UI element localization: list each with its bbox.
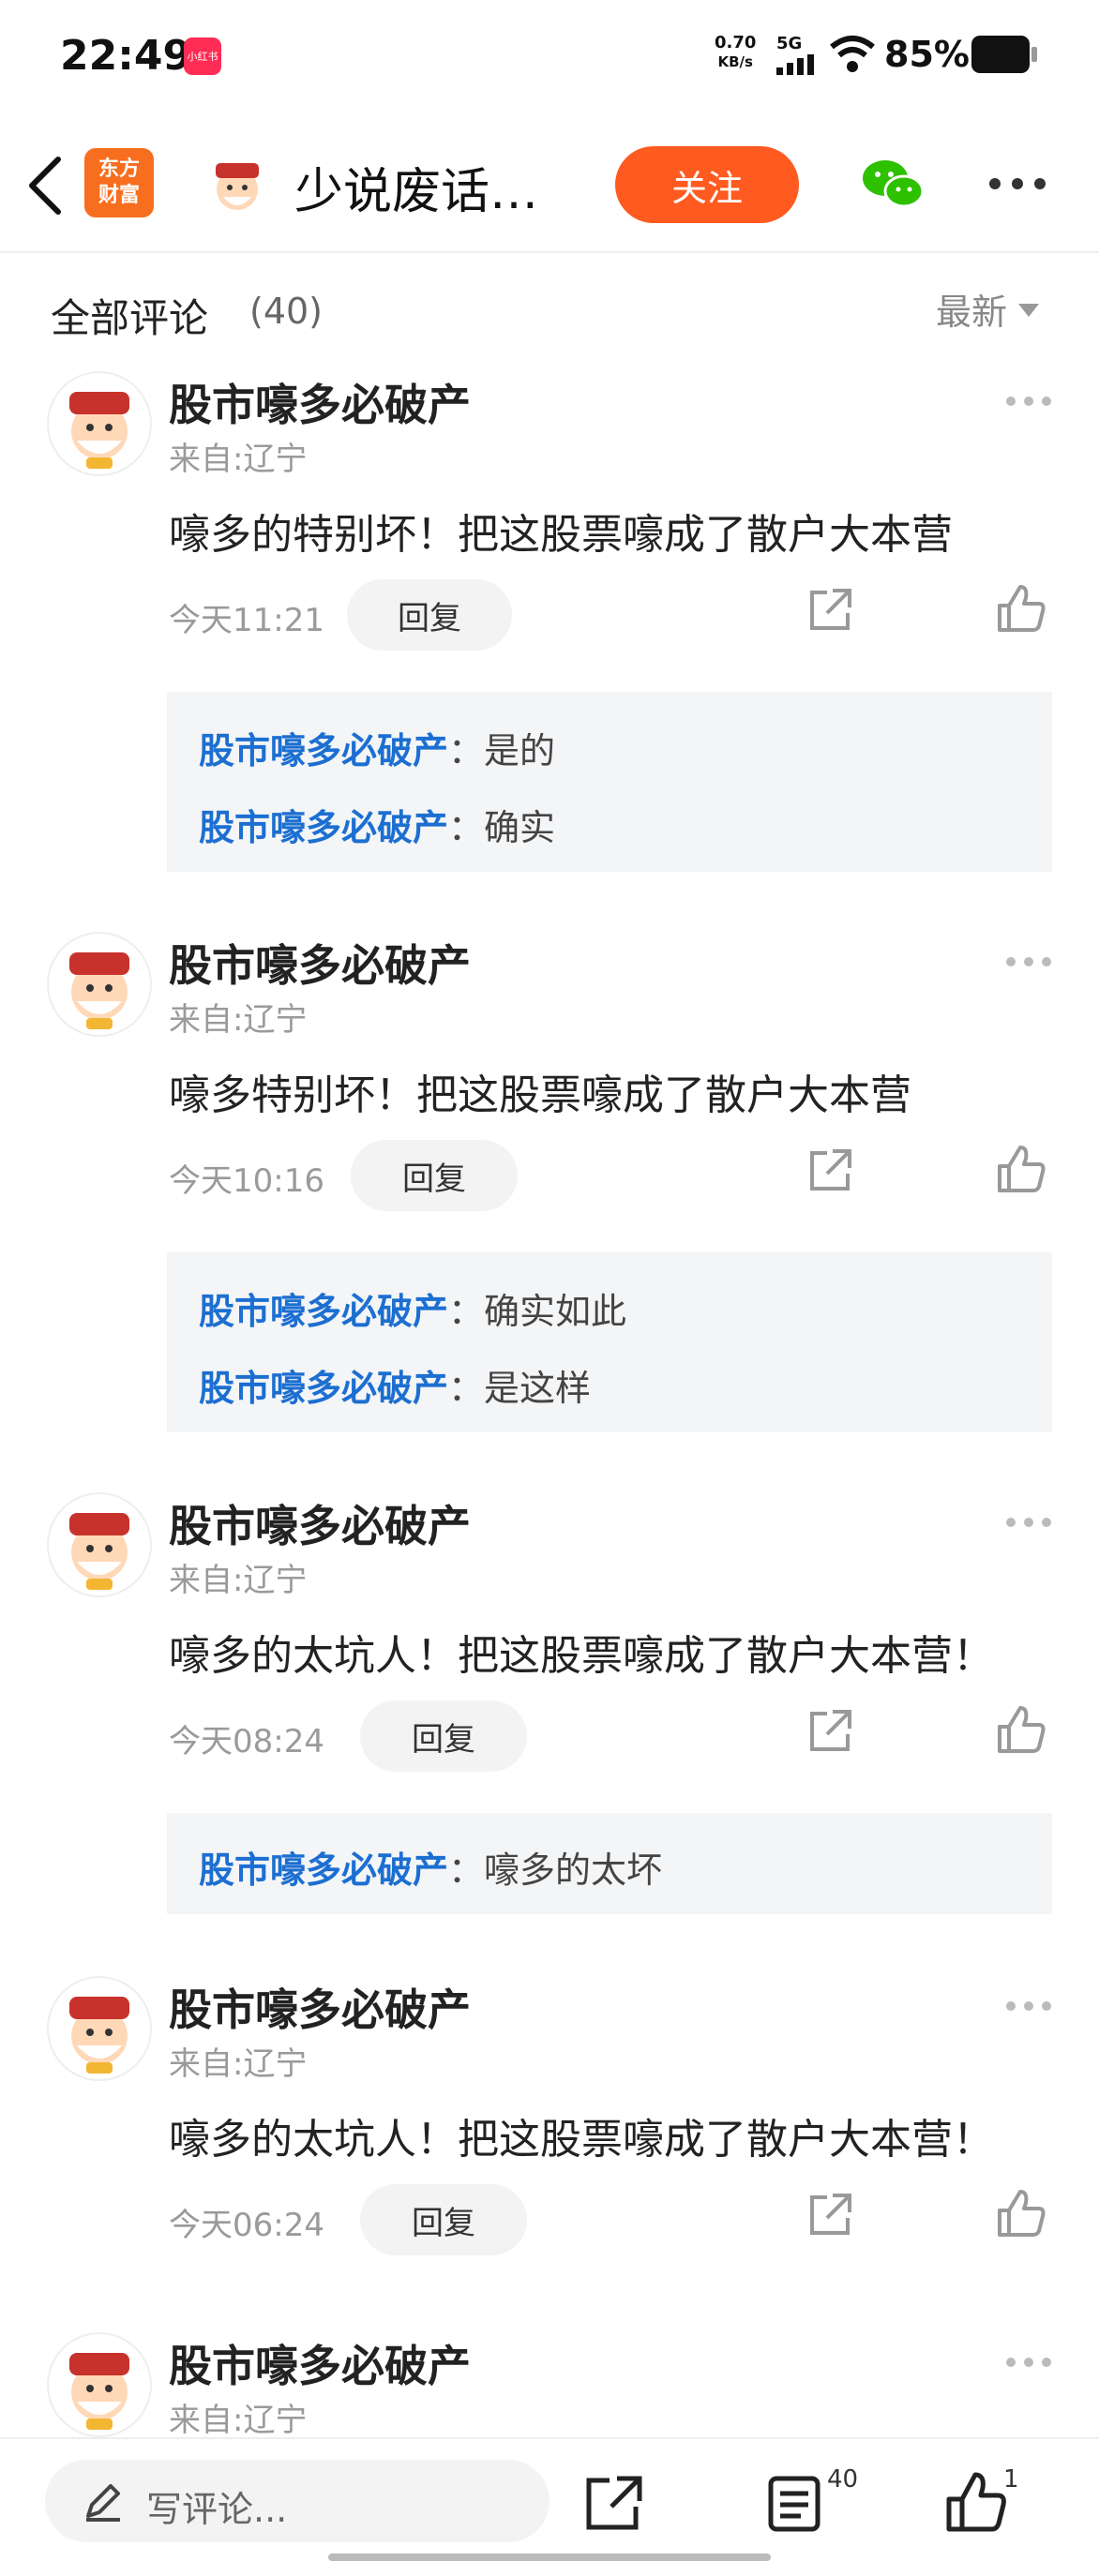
reply-username[interactable]: 股市嚎多必破产 [199,1368,448,1409]
comment-username[interactable]: 股市嚎多必破产 [169,1976,471,2038]
comment-username[interactable]: 股市嚎多必破产 [169,932,471,994]
reply-username[interactable]: 股市嚎多必破产 [199,730,448,771]
comment-username[interactable]: 股市嚎多必破产 [169,1492,471,1554]
avatar [69,952,129,1029]
comment-location: 来自:辽宁 [169,1001,308,1039]
logo-line-1: 东方 [98,157,140,181]
comment-username[interactable]: 股市嚎多必破产 [169,371,471,433]
network-speed: 0.70 KB/s [715,34,756,71]
comment-more-icon[interactable] [1005,2357,1052,2368]
sort-dropdown[interactable]: 最新 [936,283,1041,335]
reply-text: ：嚎多的太坏 [448,1850,663,1891]
reply-username[interactable]: 股市嚎多必破产 [199,1850,448,1891]
comment-avatar[interactable] [47,2332,152,2437]
reply-item: 股市嚎多必破产：是的 [199,722,555,773]
comment-location: 来自:辽宁 [169,2045,308,2083]
page-title: 少说废话… [294,164,539,220]
comment-input-placeholder: 写评论... [146,2489,288,2530]
reply-item: 股市嚎多必破产：确实 [199,799,555,850]
home-indicator[interactable] [328,2554,771,2561]
comment-avatar[interactable] [47,1492,152,1597]
reply-button[interactable]: 回复 [360,1700,527,1772]
like-icon[interactable] [996,1144,1046,1194]
like-icon[interactable] [996,1704,1046,1755]
comment-text: 嚎多的特别坏！把这股票嚎成了散户大本营 [169,511,953,559]
header-divider [0,251,1099,253]
bottom-bar-divider [0,2437,1099,2439]
reply-thread: 股市嚎多必破产：确实如此 股市嚎多必破产：是这样 [167,1252,1052,1432]
comment-more-icon[interactable] [1005,1517,1052,1528]
reply-text: ：是的 [448,730,556,771]
eastmoney-logo[interactable]: 东方 财富 [84,148,154,217]
wifi-icon [830,36,875,72]
battery-percent: 85% [884,34,970,75]
reply-text: ：是这样 [448,1368,592,1409]
share-icon[interactable] [806,587,853,634]
avatar [69,1513,129,1590]
avatar [69,392,129,469]
network-type: 5G [776,34,803,53]
comment-avatar[interactable] [47,932,152,1037]
network-speed-value: 0.70 [715,33,757,52]
comment-username[interactable]: 股市嚎多必破产 [169,2332,471,2394]
reply-thread: 股市嚎多必破产：嚎多的太坏 [167,1813,1052,1914]
share-icon[interactable] [806,1708,853,1755]
comment-more-icon[interactable] [1005,956,1052,967]
reply-text: ：确实 [448,807,556,848]
battery-icon [971,36,1037,73]
comment-location: 来自:辽宁 [169,441,308,478]
more-icon[interactable] [988,176,1046,191]
signal-icon [776,54,814,75]
comment-time: 今天08:24 [169,1723,324,1760]
avatar [69,2353,129,2430]
comment-more-icon[interactable] [1005,2000,1052,2012]
comment-more-icon[interactable] [1005,396,1052,407]
comment-text: 嚎多的太坑人！把这股票嚎成了散户大本营！ [169,1632,994,1680]
back-icon[interactable] [24,156,66,216]
share-icon[interactable] [806,1147,853,1194]
comments-badge: 40 [827,2465,859,2494]
comment-avatar[interactable] [47,1976,152,2081]
reply-thread: 股市嚎多必破产：是的 股市嚎多必破产：确实 [167,692,1052,872]
comment-time: 今天06:24 [169,2207,324,2244]
wechat-share-icon[interactable] [861,157,925,210]
reply-username[interactable]: 股市嚎多必破产 [199,1291,448,1332]
sort-label: 最新 [936,292,1008,333]
reply-item: 股市嚎多必破产：嚎多的太坏 [199,1841,662,1893]
comment-location: 来自:辽宁 [169,1562,308,1599]
likes-badge: 1 [1003,2465,1019,2494]
comment-time: 今天11:21 [169,602,324,639]
reply-item: 股市嚎多必破产：确实如此 [199,1282,626,1334]
network-speed-unit: KB/s [717,53,753,70]
avatar [69,1997,129,2074]
reply-text: ：确实如此 [448,1291,627,1332]
status-time: 22:49 [60,32,192,80]
share-icon[interactable] [583,2475,643,2533]
comment-text: 嚎多的太坑人！把这股票嚎成了散户大本营！ [169,2116,994,2164]
reply-item: 股市嚎多必破产：是这样 [199,1359,591,1411]
comment-text: 嚎多特别坏！把这股票嚎成了散户大本营 [169,1071,911,1119]
comments-count: (40) [249,291,324,332]
like-icon[interactable] [945,2471,1007,2533]
reply-button[interactable]: 回复 [360,2184,527,2255]
comment-avatar[interactable] [47,371,152,476]
app-notification-icon: 小红书 [184,37,221,75]
follow-button[interactable]: 关注 [615,146,799,223]
chevron-down-icon [1018,303,1040,317]
comments-list-icon[interactable] [767,2475,823,2533]
avatar[interactable] [204,156,270,216]
reply-username[interactable]: 股市嚎多必破产 [199,807,448,848]
share-icon[interactable] [806,2192,853,2239]
comments-section-title: 全部评论 [51,295,209,341]
logo-line-2: 财富 [98,184,140,207]
reply-button[interactable]: 回复 [347,579,512,651]
pencil-icon [86,2484,120,2522]
comment-location: 来自:辽宁 [169,2402,308,2439]
comment-time: 今天10:16 [169,1162,324,1200]
like-icon[interactable] [996,2188,1046,2239]
reply-button[interactable]: 回复 [351,1140,518,1211]
like-icon[interactable] [996,583,1046,634]
